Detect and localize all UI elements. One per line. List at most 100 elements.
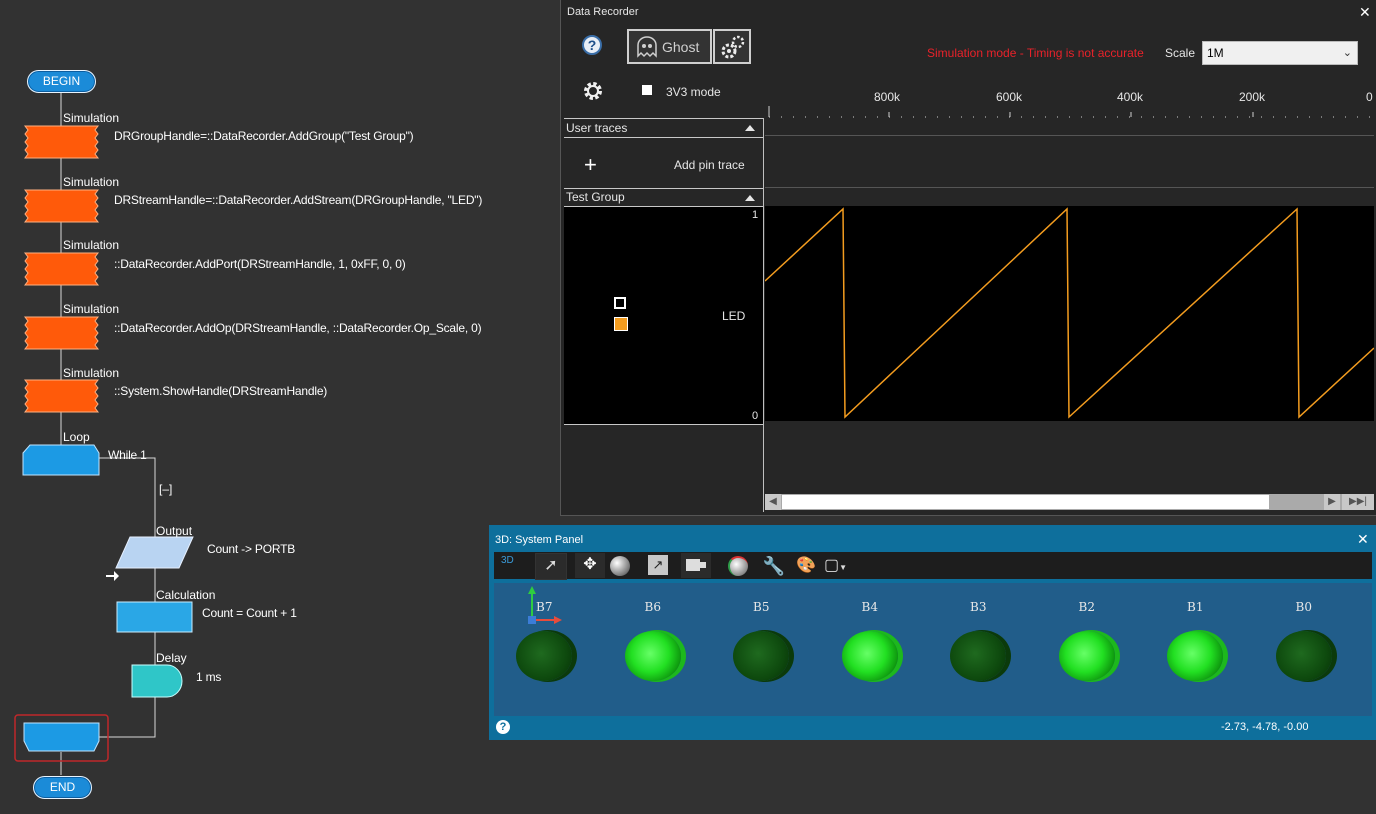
test-group-header[interactable]: Test Group	[564, 188, 763, 207]
system-panel-window: 3D: System Panel ✕ 3D ➚ ✥ ↗ 🔧 🎨 ▢▼ B7 B6 B…	[489, 525, 1376, 740]
led-label-b7: B7	[536, 600, 553, 614]
led-b6[interactable]	[624, 631, 681, 681]
step-5-caption: Simulation	[63, 366, 120, 380]
led-label-b3: B3	[970, 600, 987, 614]
flowchart-canvas[interactable]: BEGIN END Simulation DRGroupHandle=::Dat…	[0, 0, 560, 814]
delay-text[interactable]: 1 ms	[196, 670, 221, 684]
test-group-label: Test Group	[566, 190, 625, 204]
gears-icon	[721, 35, 745, 59]
led-b3[interactable]	[950, 631, 1006, 681]
delay-caption: Delay	[156, 651, 187, 665]
scroll-right-arrow[interactable]: ▶	[1324, 494, 1340, 510]
collapse-up-icon[interactable]	[745, 195, 755, 201]
step-1-text[interactable]: DRGroupHandle=::DataRecorder.AddGroup("T…	[114, 129, 414, 143]
data-recorder-window: Data Recorder ✕ ? Ghost Simulation mode …	[560, 0, 1376, 516]
camera-button[interactable]	[681, 553, 711, 578]
step-3-text[interactable]: ::DataRecorder.AddPort(DRStreamHandle, 1…	[114, 257, 406, 271]
ruler-tick-label: 200k	[1239, 90, 1266, 104]
y-axis-min: 0	[752, 410, 759, 422]
user-traces-header[interactable]: User traces	[564, 118, 763, 138]
scale-select[interactable]: 1M ⌄	[1202, 41, 1358, 65]
ghost-button[interactable]: Ghost	[627, 29, 712, 64]
loop-condition[interactable]: While 1	[108, 448, 147, 462]
step-1-caption: Simulation	[63, 111, 120, 125]
begin-terminal[interactable]: BEGIN	[27, 70, 96, 93]
paint-icon[interactable]: 🎨	[794, 554, 818, 578]
3d-badge: 3D	[501, 555, 514, 566]
data-recorder-title: Data Recorder	[567, 6, 639, 18]
step-3-caption: Simulation	[63, 238, 120, 252]
ruler-tick-label: 400k	[1117, 90, 1144, 104]
collapse-up-icon[interactable]	[745, 125, 755, 131]
plus-icon[interactable]: +	[584, 154, 597, 176]
loop-collapse-toggle[interactable]: [–]	[159, 482, 172, 496]
led-b4[interactable]	[841, 631, 898, 681]
divider	[765, 187, 1374, 188]
step-2-text[interactable]: DRStreamHandle=::DataRecorder.AddStream(…	[114, 193, 482, 207]
divider	[564, 424, 763, 425]
trace-color-swatch[interactable]	[614, 317, 628, 331]
horizontal-scrollbar[interactable]: ◀ ▶ ▶▶|	[765, 494, 1374, 510]
output-text[interactable]: Count -> PORTB	[207, 542, 295, 556]
ghost-label: Ghost	[662, 39, 700, 55]
led-b7[interactable]	[516, 631, 572, 681]
simulation-warning: Simulation mode - Timing is not accurate	[927, 46, 1144, 60]
led-waveform	[765, 207, 1374, 419]
system-panel-toolbar: 3D ➚ ✥ ↗ 🔧 🎨 ▢▼	[494, 552, 1372, 580]
led-label-b4: B4	[861, 600, 878, 614]
scale-label: Scale	[1165, 46, 1196, 60]
data-recorder-close-icon[interactable]: ✕	[1359, 4, 1371, 21]
step-4-caption: Simulation	[63, 302, 120, 316]
user-traces-label: User traces	[566, 121, 628, 135]
led-b1[interactable]	[1167, 631, 1223, 681]
3v3-mode-label: 3V3 mode	[666, 85, 721, 99]
led-label-b2: B2	[1078, 600, 1095, 614]
system-panel-close-icon[interactable]: ✕	[1357, 531, 1369, 548]
pan-tool-button[interactable]: ✥	[575, 553, 605, 578]
led-trace-plot	[765, 206, 1374, 421]
divider	[765, 135, 1374, 136]
ruler-tick-label: 600k	[996, 90, 1023, 104]
plot-area[interactable]	[765, 118, 1374, 493]
add-pin-trace-button[interactable]: Add pin trace	[674, 158, 745, 172]
trace-visibility-checkbox[interactable]	[614, 297, 626, 309]
help-icon[interactable]: ?	[582, 35, 602, 55]
calculation-text[interactable]: Count = Count + 1	[202, 606, 297, 620]
trace-side-panel: User traces + Add pin trace Test Group L…	[564, 118, 764, 512]
step-2-caption: Simulation	[63, 175, 120, 189]
calculation-caption: Calculation	[156, 588, 216, 602]
system-panel-title: 3D: System Panel	[495, 534, 584, 546]
end-terminal[interactable]: END	[33, 776, 92, 799]
output-caption: Output	[156, 524, 193, 538]
select-tool-button[interactable]: ➚	[535, 553, 567, 580]
zoom-tool-button[interactable]: ↗	[648, 555, 668, 575]
scroll-thumb[interactable]	[782, 495, 1269, 509]
led-label-b5: B5	[753, 600, 770, 614]
camera-coordinates: -2.73, -4.78, -0.00	[1221, 721, 1309, 733]
ghost-icon	[637, 36, 657, 58]
scale-value: 1M	[1207, 46, 1224, 60]
led-label-b0: B0	[1295, 600, 1312, 614]
render-sphere-button[interactable]	[726, 554, 750, 578]
scroll-left-arrow[interactable]: ◀	[765, 494, 781, 510]
led-b5[interactable]	[733, 631, 789, 681]
step-5-text[interactable]: ::System.ShowHandle(DRStreamHandle)	[114, 384, 327, 398]
system-panel-help-icon[interactable]: ?	[496, 720, 510, 734]
led-b0[interactable]	[1275, 631, 1332, 681]
y-axis-max: 1	[752, 209, 759, 221]
gears-button[interactable]	[713, 29, 751, 64]
trace-name-led: LED	[722, 309, 746, 323]
wrench-icon[interactable]: 🔧	[762, 554, 786, 578]
box-view-dropdown[interactable]: ▢▼	[824, 554, 854, 578]
led-label-b1: B1	[1187, 600, 1204, 614]
led-b2[interactable]	[1058, 631, 1115, 681]
chevron-down-icon: ⌄	[1342, 47, 1352, 59]
ruler-tick-label: 800k	[874, 90, 901, 104]
step-4-text[interactable]: ::DataRecorder.AddOp(DRStreamHandle, ::D…	[114, 321, 482, 335]
settings-gear-icon[interactable]	[581, 79, 605, 103]
led-label-b6: B6	[644, 600, 661, 614]
loop-caption: Loop	[63, 430, 90, 444]
rotate-tool-button[interactable]	[608, 554, 632, 578]
3v3-mode-checkbox[interactable]	[642, 85, 652, 95]
scroll-to-end-button[interactable]: ▶▶|	[1342, 494, 1374, 510]
